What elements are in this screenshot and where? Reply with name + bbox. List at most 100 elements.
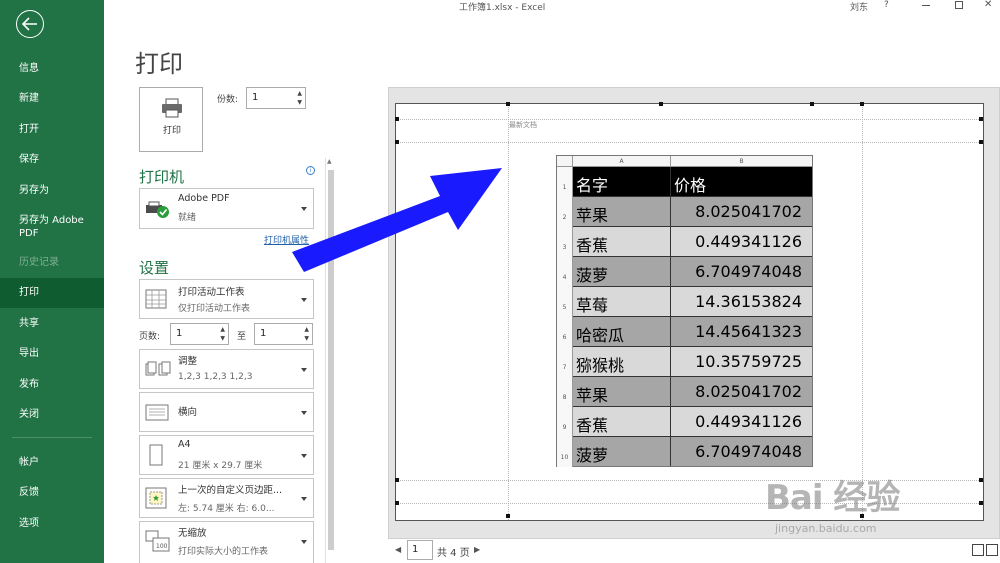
- margin-handle[interactable]: [860, 102, 864, 106]
- margin-handle[interactable]: [395, 478, 399, 482]
- back-arrow-icon[interactable]: [16, 10, 44, 38]
- nav-item-new[interactable]: 新建: [0, 92, 104, 105]
- settings-heading: 设置: [139, 259, 170, 277]
- chevron-down-icon: [301, 540, 307, 544]
- margin-handle[interactable]: [979, 117, 983, 121]
- cell-name: 菠萝: [573, 257, 671, 286]
- nav-item-save-as[interactable]: 另存为: [0, 184, 104, 197]
- margin-handle[interactable]: [810, 102, 814, 106]
- stepper-down-icon[interactable]: ▼: [297, 99, 302, 106]
- stepper-up-icon[interactable]: ▲: [304, 326, 309, 333]
- table-row: 2 苹果 8.025041702: [557, 197, 812, 227]
- orientation-dropdown[interactable]: 横向: [139, 392, 314, 432]
- orientation-title: 横向: [178, 407, 198, 418]
- margin-line[interactable]: [862, 104, 863, 520]
- stepper-up-icon[interactable]: ▲: [297, 90, 302, 97]
- pages-label: 页数:: [139, 332, 161, 342]
- close-icon[interactable]: ✕: [984, 0, 992, 10]
- cell-price: 8.025041702: [671, 197, 812, 226]
- margin-handle[interactable]: [395, 501, 399, 505]
- table-row: 7 猕猴桃 10.35759725: [557, 347, 812, 377]
- previous-page-icon[interactable]: ◀: [395, 545, 401, 554]
- baidu-watermark: Bai 经验 jingyan.baidu.com: [765, 470, 900, 535]
- margins-dropdown[interactable]: 上一次的自定义页边距... 左: 5.74 厘米 右: 6.0...: [139, 478, 314, 518]
- nav-item-open[interactable]: 打开: [0, 123, 104, 136]
- printer-status: 就绪: [178, 213, 197, 223]
- maximize-icon[interactable]: [955, 1, 963, 9]
- printer-name: Adobe PDF: [178, 193, 230, 204]
- margin-handle[interactable]: [506, 102, 510, 106]
- nav-item-feedback[interactable]: 反馈: [0, 486, 104, 499]
- collate-dropdown[interactable]: 调整 1,2,3 1,2,3 1,2,3: [139, 349, 314, 389]
- table-row: 1 名字 价格: [557, 167, 812, 197]
- copies-stepper[interactable]: 1 ▲ ▼: [246, 87, 306, 109]
- table-row: 9 香蕉 0.449341126: [557, 407, 812, 437]
- row-number: 9: [557, 407, 573, 437]
- zoom-to-page-icon[interactable]: [986, 544, 998, 556]
- nav-item-options[interactable]: 选项: [0, 517, 104, 530]
- print-scope-dropdown[interactable]: 打印活动工作表 仅打印活动工作表: [139, 279, 314, 319]
- chevron-down-icon: [301, 497, 307, 501]
- table-row: 8 苹果 8.025041702: [557, 377, 812, 407]
- margin-handle[interactable]: [506, 514, 510, 518]
- margin-handle[interactable]: [979, 140, 983, 144]
- cell-name: 猕猴桃: [573, 347, 671, 376]
- margin-handle[interactable]: [659, 102, 663, 106]
- user-name[interactable]: 刘东: [850, 0, 868, 13]
- nav-item-export[interactable]: 导出: [0, 347, 104, 360]
- pages-from-stepper[interactable]: 1 ▲ ▼: [170, 323, 229, 345]
- row-number: 8: [557, 377, 573, 407]
- page-header-text: 最新文档: [509, 121, 537, 129]
- column-header-b: B: [671, 156, 812, 167]
- pages-to-stepper[interactable]: 1 ▲ ▼: [254, 323, 313, 345]
- help-button[interactable]: ?: [884, 0, 889, 10]
- cell-name: 苹果: [573, 197, 671, 226]
- margin-line[interactable]: [396, 142, 983, 143]
- collate-icon: [145, 361, 171, 376]
- cell-name: 苹果: [573, 377, 671, 406]
- cell-price: 价格: [671, 167, 812, 196]
- nav-item-account[interactable]: 帐户: [0, 456, 104, 469]
- margin-handle[interactable]: [395, 140, 399, 144]
- margin-handle[interactable]: [979, 501, 983, 505]
- minimize-icon[interactable]: [922, 5, 930, 6]
- table-row: 6 哈密瓜 14.45641323: [557, 317, 812, 347]
- nav-item-print[interactable]: 打印: [0, 278, 104, 308]
- nav-item-save[interactable]: 保存: [0, 153, 104, 166]
- stepper-up-icon[interactable]: ▲: [220, 326, 225, 333]
- print-button-label: 打印: [162, 126, 181, 136]
- stepper-down-icon[interactable]: ▼: [220, 335, 225, 342]
- column-header-a: A: [573, 156, 671, 167]
- nav-item-info[interactable]: 信息: [0, 62, 104, 75]
- row-number: 10: [557, 437, 573, 467]
- next-page-icon[interactable]: ▶: [474, 545, 480, 554]
- print-scope-subtitle: 仅打印活动工作表: [178, 304, 251, 314]
- stepper-down-icon[interactable]: ▼: [304, 335, 309, 342]
- annotation-arrow-icon: [292, 168, 502, 272]
- cell-name: 草莓: [573, 287, 671, 316]
- nav-item-share[interactable]: 共享: [0, 317, 104, 330]
- margin-handle[interactable]: [395, 117, 399, 121]
- nav-item-save-as-pdf[interactable]: 另存为 Adobe PDF: [0, 214, 95, 240]
- margin-handle[interactable]: [979, 478, 983, 482]
- scaling-title: 无缩放: [178, 528, 207, 539]
- cell-name: 哈密瓜: [573, 317, 671, 346]
- print-button[interactable]: 打印: [139, 87, 203, 152]
- scaling-dropdown[interactable]: 100 无缩放 打印实际大小的工作表: [139, 521, 314, 563]
- cell-name: 菠萝: [573, 437, 671, 466]
- current-page-input[interactable]: 1: [407, 540, 433, 560]
- show-margins-icon[interactable]: [972, 544, 984, 556]
- printer-icon: [162, 98, 182, 118]
- margin-line[interactable]: [396, 119, 983, 120]
- nav-item-close[interactable]: 关闭: [0, 408, 104, 421]
- cell-name: 名字: [573, 167, 671, 196]
- paper-size-subtitle: 21 厘米 x 29.7 厘米: [178, 461, 263, 471]
- chevron-down-icon: [301, 454, 307, 458]
- corner-cell: [557, 156, 573, 167]
- table-row: 5 草莓 14.36153824: [557, 287, 812, 317]
- printer-dropdown[interactable]: Adobe PDF 就绪: [139, 188, 314, 229]
- nav-item-publish[interactable]: 发布: [0, 378, 104, 391]
- watermark-brand: Bai 经验: [765, 478, 900, 518]
- copies-label: 份数:: [217, 95, 239, 105]
- paper-size-dropdown[interactable]: A4 21 厘米 x 29.7 厘米: [139, 435, 314, 475]
